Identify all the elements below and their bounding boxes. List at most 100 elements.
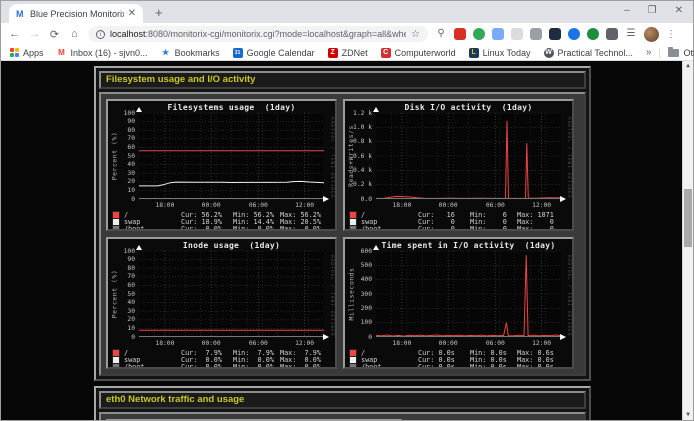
bookmark-item[interactable]: 31 Google Calendar xyxy=(233,48,315,58)
x-tick-label: 12:00 xyxy=(532,202,551,209)
graphs-grid: eth0 FastEthernet LAN (1day)1.00.918:000… xyxy=(99,412,586,420)
y-tick-label: 40 xyxy=(108,161,135,168)
legend-row: /bootCur: 0.0sMin: 0.0sMax: 0.0s xyxy=(350,364,554,369)
legend-swatch xyxy=(113,357,119,363)
extensions-puzzle-icon[interactable] xyxy=(606,28,618,40)
url-text: localhost:8080/monitorix-cgi/monitorix.c… xyxy=(110,29,406,39)
search-icon[interactable]: ⚲ xyxy=(435,28,447,40)
bookmark-label: Google Calendar xyxy=(247,48,315,58)
legend-row: /bootCur: 0.0%Min: 0.0%Max: 0.0% xyxy=(113,364,321,369)
bookmark-item[interactable]: ZZDNet xyxy=(328,48,368,58)
bookmarks-bar: Apps MInbox (16) - sjvn0... ★Bookmarks 31 G… xyxy=(1,45,693,61)
x-tick-label: 00:00 xyxy=(202,340,221,347)
browser-tab[interactable]: M Blue Precision Monitorix ✕ xyxy=(9,4,143,23)
graph-panel-filesystems-usage[interactable]: Filesystems usage (1day)Percent (%)01020… xyxy=(106,99,337,231)
linuxtoday-icon: L xyxy=(469,48,479,58)
monitorix-favicon-icon: M xyxy=(16,9,26,19)
y-tick-label: 0 xyxy=(108,196,135,203)
green-extension-icon[interactable] xyxy=(587,28,599,40)
bookmark-label: Bookmarks xyxy=(175,48,220,58)
graph-panel-disk-io-activity[interactable]: Disk I/O activity (1day)Reads+Writes/s0.… xyxy=(343,99,574,231)
new-tab-button[interactable]: + xyxy=(155,6,163,19)
speaker-extension-icon[interactable] xyxy=(530,28,542,40)
scrollbar-down-icon[interactable]: ▼ xyxy=(683,410,693,420)
y-tick-label: 80 xyxy=(108,127,135,134)
blue-extension-icon[interactable] xyxy=(568,28,580,40)
window-maximize-button[interactable]: ❐ xyxy=(648,6,657,16)
graph-legend: /Cur: 7.9%Min: 7.9%Max: 7.9%swapCur: 0.0… xyxy=(113,349,321,369)
bookmarks-overflow-chevron[interactable]: » xyxy=(646,47,652,58)
bookmark-label: ZDNet xyxy=(342,48,368,58)
y-tick-label: 90 xyxy=(108,118,135,125)
y-tick-label: 500 xyxy=(345,262,372,269)
graph-panel-time-spent-io[interactable]: Time spent in I/O activity (1day)Millise… xyxy=(343,237,574,369)
y-tick-label: 50 xyxy=(108,153,135,160)
reload-button[interactable]: ⟳ xyxy=(48,28,61,41)
apps-shortcut[interactable]: Apps xyxy=(10,48,44,58)
bookmark-item[interactable]: MInbox (16) - sjvn0... xyxy=(57,48,148,58)
plot-area xyxy=(133,106,330,204)
rrdtool-watermark: RRDTOOL / TOBI OETIKER xyxy=(566,117,571,199)
bookmark-star-icon[interactable]: ☆ xyxy=(411,29,420,40)
bookmark-item[interactable]: ★Bookmarks xyxy=(161,48,220,58)
y-tick-label: 1.2 k xyxy=(345,110,372,117)
y-tick-label: 10 xyxy=(108,187,135,194)
y-tick-label: 10 xyxy=(108,325,135,332)
y-tick-label: 60 xyxy=(108,144,135,151)
tab-close-icon[interactable]: ✕ xyxy=(128,9,136,19)
y-tick-label: 30 xyxy=(108,170,135,177)
home-button[interactable]: ⌂ xyxy=(68,28,81,40)
x-tick-label: 12:00 xyxy=(295,202,314,209)
x-tick-label: 18:00 xyxy=(155,202,174,209)
y-tick-label: 1.0 k xyxy=(345,124,372,131)
graph-panel-eth0-fastethernet-lan[interactable]: eth0 FastEthernet LAN (1day)1.00.918:000… xyxy=(106,419,402,420)
bookmark-item[interactable]: CComputerworld xyxy=(381,48,456,58)
y-tick-label: 100 xyxy=(108,248,135,255)
extensions-row: ⚲☰ xyxy=(435,28,637,40)
legend-swatch xyxy=(350,226,356,231)
scrollbar-up-icon[interactable]: ▲ xyxy=(683,61,693,71)
x-tick-label: 12:00 xyxy=(295,340,314,347)
legend-swatch xyxy=(350,364,356,369)
graph-panel-inode-usage[interactable]: Inode usage (1day)Percent (%)01020304050… xyxy=(106,237,337,369)
graph-legend: /Cur: 0.0sMin: 0.0sMax: 0.6sswapCur: 0.0… xyxy=(350,349,554,369)
window-close-button[interactable]: ✕ xyxy=(675,6,683,16)
reading-list-icon[interactable]: ☰ xyxy=(625,28,637,40)
mail-extension-icon[interactable] xyxy=(454,28,466,40)
x-tick-label: 18:00 xyxy=(155,340,174,347)
dark-extension-icon[interactable] xyxy=(549,28,561,40)
gray-extension-icon[interactable] xyxy=(511,28,523,40)
gmail-icon: M xyxy=(57,48,67,58)
x-tick-label: 06:00 xyxy=(249,340,268,347)
folder-icon xyxy=(668,49,679,57)
wordpress-icon: W xyxy=(544,48,554,58)
page-info-icon[interactable]: i xyxy=(96,30,105,39)
y-tick-label: 30 xyxy=(108,308,135,315)
browser-menu-icon[interactable]: ⋮ xyxy=(666,29,676,40)
y-tick-label: 0 xyxy=(345,334,372,341)
pages-extension-icon[interactable] xyxy=(492,28,504,40)
legend-row: /bootCur: 0Min: 0Max: 0 xyxy=(350,226,554,231)
bookmark-label: Computerworld xyxy=(395,48,456,58)
graphs-grid: Filesystems usage (1day)Percent (%)01020… xyxy=(99,92,586,376)
address-bar[interactable]: i localhost:8080/monitorix-cgi/monitorix… xyxy=(88,26,428,42)
profile-avatar[interactable] xyxy=(644,27,659,42)
y-tick-label: 70 xyxy=(108,135,135,142)
rrdtool-watermark: RRDTOOL / TOBI OETIKER xyxy=(566,255,571,337)
bookmark-item[interactable]: LLinux Today xyxy=(469,48,531,58)
graph-legend: /Cur: 56.2%Min: 56.2%Max: 56.2%swapCur: … xyxy=(113,211,321,231)
legend-swatch xyxy=(113,226,119,231)
section-title: Filesystem usage and I/O activity xyxy=(99,71,586,89)
page-scrollbar[interactable]: ▲ ▼ xyxy=(682,61,693,420)
x-tick-label: 18:00 xyxy=(392,340,411,347)
tab-strip: M Blue Precision Monitorix ✕ + – ❐ ✕ xyxy=(1,1,693,23)
plot-area xyxy=(133,244,330,342)
window-minimize-button[interactable]: – xyxy=(624,6,630,16)
globe-extension-icon[interactable] xyxy=(473,28,485,40)
bookmark-item[interactable]: WPractical Technol... xyxy=(544,48,633,58)
back-button[interactable]: ← xyxy=(8,28,21,40)
calendar-icon: 31 xyxy=(233,48,243,58)
forward-button[interactable]: → xyxy=(28,28,41,40)
scrollbar-thumb[interactable] xyxy=(684,189,692,247)
other-bookmarks-button[interactable]: Other bookmarks xyxy=(668,48,694,58)
